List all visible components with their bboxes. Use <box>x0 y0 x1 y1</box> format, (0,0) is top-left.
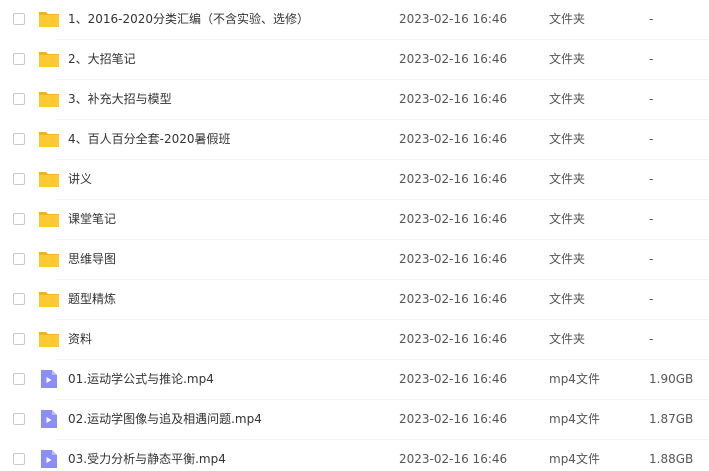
modified-date: 2023-02-16 16:46 <box>399 252 508 266</box>
folder-icon <box>38 49 60 69</box>
file-type: 文件夹 <box>549 92 586 106</box>
row-checkbox[interactable] <box>13 53 25 65</box>
file-name[interactable]: 1、2016-2020分类汇编（不含实验、选修） <box>68 10 309 28</box>
modified-date: 2023-02-16 16:46 <box>399 212 508 226</box>
file-size: - <box>649 132 654 146</box>
file-type: mp4文件 <box>549 372 600 386</box>
row-checkbox[interactable] <box>13 213 25 225</box>
list-item[interactable]: 4、百人百分全套-2020暑假班 2023-02-16 16:46 文件夹 - <box>0 120 709 160</box>
file-name[interactable]: 3、补充大招与模型 <box>68 90 172 108</box>
file-size: - <box>649 92 654 106</box>
file-size: - <box>649 52 654 66</box>
folder-icon <box>38 209 60 229</box>
row-checkbox[interactable] <box>13 293 25 305</box>
folder-icon <box>38 329 60 349</box>
file-type: mp4文件 <box>549 412 600 426</box>
modified-date: 2023-02-16 16:46 <box>399 92 508 106</box>
file-size: 1.88GB <box>649 452 694 466</box>
row-checkbox[interactable] <box>13 93 25 105</box>
folder-icon <box>38 249 60 269</box>
file-type: 文件夹 <box>549 292 586 306</box>
row-checkbox[interactable] <box>13 373 25 385</box>
file-type: 文件夹 <box>549 132 586 146</box>
file-name[interactable]: 03.受力分析与静态平衡.mp4 <box>68 450 226 468</box>
file-size: - <box>649 252 654 266</box>
list-item[interactable]: 讲义 2023-02-16 16:46 文件夹 - <box>0 160 709 200</box>
file-size: - <box>649 292 654 306</box>
video-file-icon <box>38 409 60 429</box>
list-item[interactable]: 01.运动学公式与推论.mp4 2023-02-16 16:46 mp4文件 1… <box>0 360 709 400</box>
file-size: - <box>649 12 654 26</box>
row-checkbox[interactable] <box>13 413 25 425</box>
file-size: - <box>649 212 654 226</box>
list-item[interactable]: 2、大招笔记 2023-02-16 16:46 文件夹 - <box>0 40 709 80</box>
folder-icon <box>38 169 60 189</box>
file-type: mp4文件 <box>549 452 600 466</box>
file-name[interactable]: 02.运动学图像与追及相遇问题.mp4 <box>68 410 262 428</box>
modified-date: 2023-02-16 16:46 <box>399 332 508 346</box>
row-checkbox[interactable] <box>13 453 25 465</box>
list-item[interactable]: 课堂笔记 2023-02-16 16:46 文件夹 - <box>0 200 709 240</box>
list-item[interactable]: 1、2016-2020分类汇编（不含实验、选修） 2023-02-16 16:4… <box>0 0 709 40</box>
list-item[interactable]: 03.受力分析与静态平衡.mp4 2023-02-16 16:46 mp4文件 … <box>0 440 709 471</box>
file-name[interactable]: 讲义 <box>68 170 92 188</box>
list-item[interactable]: 02.运动学图像与追及相遇问题.mp4 2023-02-16 16:46 mp4… <box>0 400 709 440</box>
file-list: 1、2016-2020分类汇编（不含实验、选修） 2023-02-16 16:4… <box>0 0 709 471</box>
folder-icon <box>38 9 60 29</box>
folder-icon <box>38 89 60 109</box>
file-type: 文件夹 <box>549 332 586 346</box>
file-type: 文件夹 <box>549 12 586 26</box>
file-type: 文件夹 <box>549 212 586 226</box>
row-checkbox[interactable] <box>13 333 25 345</box>
file-name[interactable]: 4、百人百分全套-2020暑假班 <box>68 130 231 148</box>
modified-date: 2023-02-16 16:46 <box>399 132 508 146</box>
file-size: - <box>649 172 654 186</box>
video-file-icon <box>38 449 60 469</box>
row-checkbox[interactable] <box>13 13 25 25</box>
row-checkbox[interactable] <box>13 253 25 265</box>
file-name[interactable]: 资料 <box>68 330 92 348</box>
modified-date: 2023-02-16 16:46 <box>399 52 508 66</box>
modified-date: 2023-02-16 16:46 <box>399 412 508 426</box>
list-item[interactable]: 题型精炼 2023-02-16 16:46 文件夹 - <box>0 280 709 320</box>
file-name[interactable]: 2、大招笔记 <box>68 50 136 68</box>
modified-date: 2023-02-16 16:46 <box>399 372 508 386</box>
modified-date: 2023-02-16 16:46 <box>399 292 508 306</box>
file-name[interactable]: 课堂笔记 <box>68 210 116 228</box>
list-item[interactable]: 3、补充大招与模型 2023-02-16 16:46 文件夹 - <box>0 80 709 120</box>
video-file-icon <box>38 369 60 389</box>
list-item[interactable]: 思维导图 2023-02-16 16:46 文件夹 - <box>0 240 709 280</box>
file-type: 文件夹 <box>549 252 586 266</box>
file-type: 文件夹 <box>549 52 586 66</box>
row-checkbox[interactable] <box>13 173 25 185</box>
file-name[interactable]: 题型精炼 <box>68 290 116 308</box>
file-name[interactable]: 01.运动学公式与推论.mp4 <box>68 370 214 388</box>
file-size: 1.90GB <box>649 372 694 386</box>
modified-date: 2023-02-16 16:46 <box>399 12 508 26</box>
file-size: 1.87GB <box>649 412 694 426</box>
row-checkbox[interactable] <box>13 133 25 145</box>
modified-date: 2023-02-16 16:46 <box>399 172 508 186</box>
modified-date: 2023-02-16 16:46 <box>399 452 508 466</box>
file-type: 文件夹 <box>549 172 586 186</box>
folder-icon <box>38 289 60 309</box>
list-item[interactable]: 资料 2023-02-16 16:46 文件夹 - <box>0 320 709 360</box>
file-size: - <box>649 332 654 346</box>
folder-icon <box>38 129 60 149</box>
file-name[interactable]: 思维导图 <box>68 250 116 268</box>
